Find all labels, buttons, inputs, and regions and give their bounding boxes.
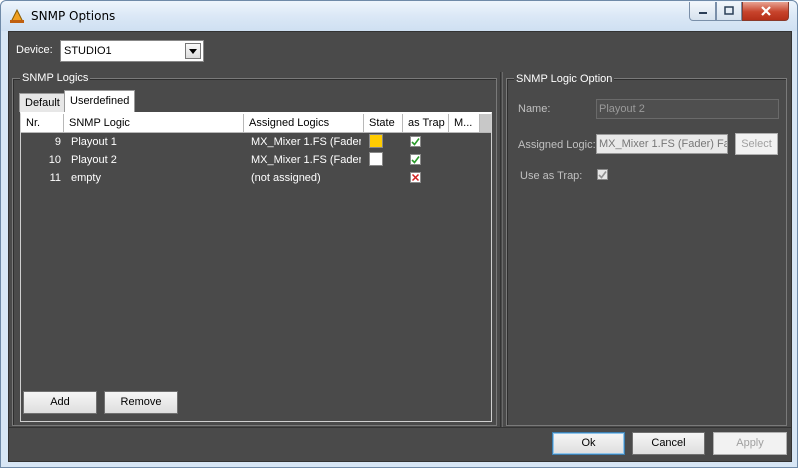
trap-checkbox[interactable] <box>410 172 421 183</box>
col-assigned-logics[interactable]: Assigned Logics <box>244 114 364 133</box>
chevron-down-icon[interactable] <box>185 43 201 59</box>
header-filler <box>480 114 491 133</box>
assigned-logic-label: Assigned Logic: <box>518 139 596 151</box>
row-logic: empty <box>71 172 101 184</box>
col-state[interactable]: State <box>364 114 403 133</box>
close-button[interactable] <box>742 2 789 21</box>
assigned-logic-field[interactable]: MX_Mixer 1.FS (Fader) Fader <box>596 134 728 154</box>
name-label: Name: <box>518 103 551 115</box>
close-icon <box>760 6 771 16</box>
snmp-options-window: SNMP Options Device: STUDIO1 SNMP Logics… <box>0 0 798 468</box>
col-snmp-logic[interactable]: SNMP Logic <box>64 114 244 133</box>
name-field[interactable]: Playout 2 <box>596 99 779 119</box>
state-indicator <box>369 134 383 148</box>
checkmark-icon <box>411 156 420 164</box>
tab-userdefined-label: Userdefined <box>70 95 130 107</box>
col-m[interactable]: M... <box>449 114 480 133</box>
row-assigned: MX_Mixer 1.FS (Fader) Fader <box>251 154 361 166</box>
table-row[interactable]: 9 Playout 1 MX_Mixer 1.FS (Fader) Fader <box>21 133 491 151</box>
row-nr: 11 <box>49 172 61 184</box>
row-nr: 10 <box>48 154 61 166</box>
app-icon <box>10 8 24 23</box>
title-bar[interactable]: SNMP Options <box>1 1 797 31</box>
tab-default-label: Default <box>25 97 60 109</box>
row-logic: Playout 2 <box>71 154 117 166</box>
snmp-logic-option-title: SNMP Logic Option <box>514 73 615 85</box>
snmp-logics-table: Nr. SNMP Logic Assigned Logics State as … <box>20 112 492 422</box>
row-logic: Playout 1 <box>71 136 117 148</box>
splitter[interactable] <box>500 72 503 427</box>
ok-button[interactable]: Ok <box>552 432 625 455</box>
table-row[interactable]: 11 empty (not assigned) <box>21 169 491 187</box>
row-assigned: (not assigned) <box>251 172 321 184</box>
apply-button[interactable]: Apply <box>713 432 787 455</box>
col-nr[interactable]: Nr. <box>21 114 64 133</box>
row-assigned: MX_Mixer 1.FS (Fader) Fader <box>251 136 361 148</box>
maximize-button[interactable] <box>716 2 742 21</box>
cross-icon <box>411 173 420 182</box>
state-indicator <box>369 152 383 166</box>
remove-button[interactable]: Remove <box>104 391 178 414</box>
add-button[interactable]: Add <box>23 391 97 414</box>
table-row[interactable]: 10 Playout 2 MX_Mixer 1.FS (Fader) Fader <box>21 151 491 169</box>
use-as-trap-checkbox[interactable] <box>597 169 608 180</box>
snmp-logic-option-group <box>506 78 787 426</box>
cancel-button[interactable]: Cancel <box>632 432 705 455</box>
table-header: Nr. SNMP Logic Assigned Logics State as … <box>21 114 491 133</box>
window-title: SNMP Options <box>31 9 116 23</box>
footer-divider <box>9 427 791 428</box>
dialog-body: Device: STUDIO1 SNMP Logics Default User… <box>8 31 792 462</box>
maximize-icon <box>724 6 734 15</box>
minimize-icon <box>698 12 707 14</box>
col-as-trap[interactable]: as Trap <box>403 114 449 133</box>
device-label: Device: <box>16 44 53 56</box>
use-as-trap-label: Use as Trap: <box>520 170 583 182</box>
device-value: STUDIO1 <box>64 45 112 57</box>
minimize-button[interactable] <box>689 2 716 21</box>
device-select[interactable]: STUDIO1 <box>60 40 204 62</box>
snmp-logics-title: SNMP Logics <box>20 72 91 84</box>
tab-default[interactable]: Default <box>19 93 66 112</box>
tab-userdefined[interactable]: Userdefined <box>64 90 136 112</box>
row-nr: 9 <box>54 136 61 148</box>
checkmark-icon <box>411 138 420 146</box>
trap-checkbox[interactable] <box>410 136 421 147</box>
select-button[interactable]: Select <box>735 133 778 155</box>
trap-checkbox[interactable] <box>410 154 421 165</box>
checkmark-icon <box>598 171 607 179</box>
